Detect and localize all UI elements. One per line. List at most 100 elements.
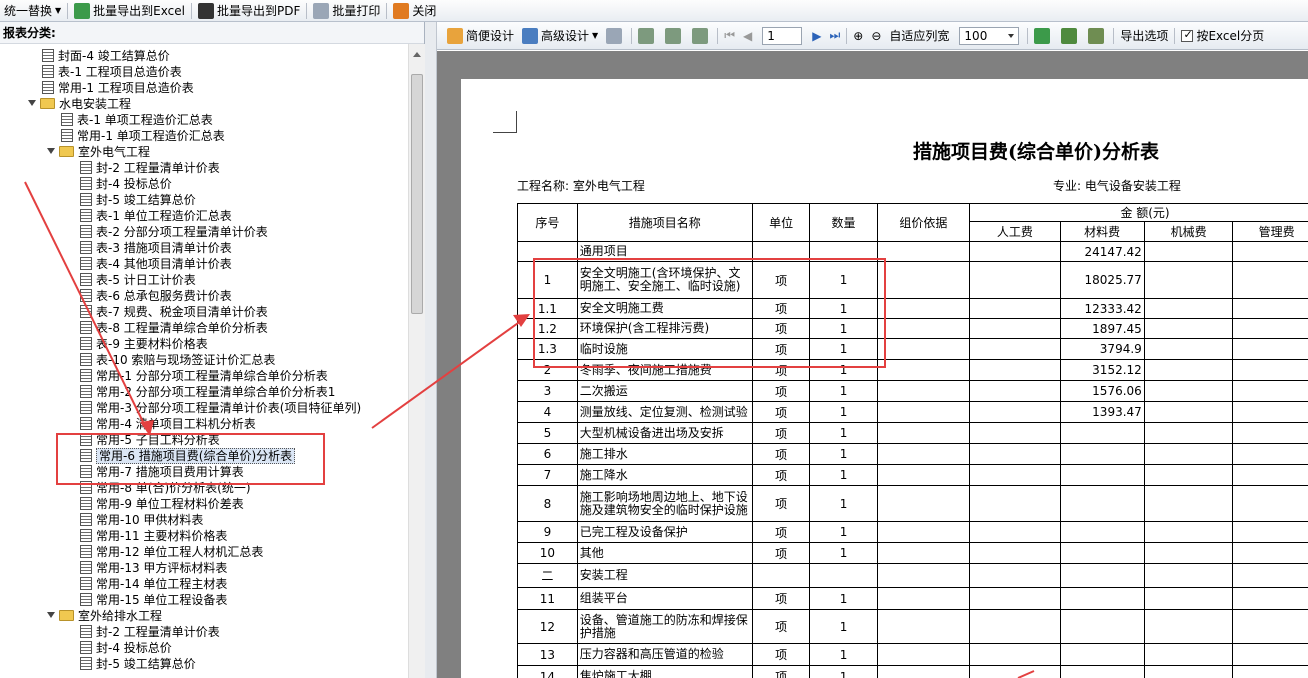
- tree-item[interactable]: 表-1 单位工程造价汇总表: [80, 208, 232, 224]
- cell-mgmt: [1232, 359, 1308, 381]
- tree-item[interactable]: 常用-6 措施项目费(综合单价)分析表: [80, 448, 296, 464]
- batch-print-button[interactable]: 批量打印: [309, 1, 384, 21]
- export-options-button[interactable]: 导出选项: [1116, 25, 1172, 47]
- tree-folder[interactable]: 室外给排水工程: [47, 608, 162, 624]
- tree-item[interactable]: 封-2 工程量清单计价表: [80, 160, 220, 176]
- tree-item[interactable]: 常用-14 单位工程主材表: [80, 576, 227, 592]
- expand-arrow-icon[interactable]: [47, 148, 55, 154]
- prev-page-button[interactable]: ◀: [739, 25, 756, 47]
- report-doc-icon: [80, 497, 92, 510]
- tree-item[interactable]: 表-10 索赔与现场签证计价汇总表: [80, 352, 275, 368]
- tree-item[interactable]: 封-5 竣工结算总价: [80, 656, 196, 672]
- tree-item[interactable]: 表-7 规费、税金项目清单计价表: [80, 304, 268, 320]
- tree-item[interactable]: 表-3 措施项目清单计价表: [80, 240, 232, 256]
- excel-paging-checkbox[interactable]: 按Excel分页: [1177, 25, 1268, 47]
- tree-item[interactable]: 封-2 工程量清单计价表: [80, 624, 220, 640]
- tree-item-label: 常用-1 工程项目总造价表: [58, 81, 194, 95]
- first-page-button[interactable]: ⏮: [720, 25, 739, 47]
- multi-page-button[interactable]: [688, 25, 715, 47]
- tree-item[interactable]: 常用-15 单位工程设备表: [80, 592, 227, 608]
- printer-icon: [313, 2, 330, 19]
- tree-item[interactable]: 表-5 计日工计价表: [80, 272, 196, 288]
- tree-folder[interactable]: 水电安装工程: [28, 96, 131, 112]
- cell-mgmt: [1232, 464, 1308, 486]
- tree-item[interactable]: 常用-7 措施项目费用计算表: [80, 464, 244, 480]
- tree-item[interactable]: 表-6 总承包服务费计价表: [80, 288, 232, 304]
- tree-item[interactable]: 常用-10 甲供材料表: [80, 512, 203, 528]
- next-page-button[interactable]: ▶: [808, 25, 825, 47]
- folder-icon: [59, 146, 74, 157]
- print-button[interactable]: [602, 25, 629, 47]
- cell-machine: [1143, 542, 1234, 564]
- fit-width-button[interactable]: 自适应列宽: [885, 25, 953, 47]
- scroll-thumb[interactable]: [411, 74, 423, 314]
- expand-arrow-icon[interactable]: [28, 100, 36, 106]
- panel-splitter[interactable]: [425, 22, 437, 678]
- tree-item[interactable]: 常用-11 主要材料价格表: [80, 528, 227, 544]
- report-doc-icon: [80, 353, 92, 366]
- table-row: 9 已完工程及设备保护项 1: [517, 521, 1308, 543]
- cell-unit: 项: [751, 609, 811, 644]
- header-mgmt: 管理费: [1232, 221, 1308, 242]
- advanced-design-button[interactable]: 高级设计 ▼: [518, 25, 602, 47]
- cell-mgmt: [1232, 485, 1308, 522]
- cell-mgmt: [1232, 563, 1308, 588]
- table-row: 11 组装平台项 1: [517, 587, 1308, 610]
- tree-folder[interactable]: 室外电气工程: [47, 144, 150, 160]
- tree-item[interactable]: 常用-3 分部分项工程量清单计价表(项目特征单列): [80, 400, 361, 416]
- tree-scrollbar[interactable]: [408, 44, 425, 678]
- tree-item[interactable]: 表-4 其他项目清单计价表: [80, 256, 232, 272]
- cell-unit: 项: [751, 464, 811, 486]
- tree-item[interactable]: 常用-1 工程项目总造价表: [42, 80, 194, 96]
- export-image-icon-button[interactable]: [1084, 25, 1111, 47]
- tree-item[interactable]: 表-1 单项工程造价汇总表: [61, 112, 213, 128]
- replace-button[interactable]: 统一替换 ▼: [0, 1, 65, 21]
- tree-item[interactable]: 常用-5 子目工料分析表: [80, 432, 220, 448]
- zoom-in-button[interactable]: ⊕: [849, 25, 867, 47]
- zoom-select[interactable]: 100: [959, 26, 1020, 45]
- cell-seq: 7: [517, 464, 578, 486]
- tree-item[interactable]: 常用-1 单项工程造价汇总表: [61, 128, 225, 144]
- tree-item[interactable]: 常用-9 单位工程材料价差表: [80, 496, 244, 512]
- scroll-up-icon[interactable]: [413, 52, 421, 57]
- tree-item[interactable]: 封-5 竣工结算总价: [80, 192, 196, 208]
- export-excel-icon-button[interactable]: [1030, 25, 1057, 47]
- tree-item[interactable]: 表-2 分部分项工程量清单计价表: [80, 224, 268, 240]
- report-doc-icon: [80, 593, 92, 606]
- cell-machine: [1143, 380, 1234, 402]
- tree-item[interactable]: 常用-1 分部分项工程量清单综合单价分析表: [80, 368, 328, 384]
- tree-item[interactable]: 常用-13 甲方评标材料表: [80, 560, 227, 576]
- expand-arrow-icon[interactable]: [47, 612, 55, 618]
- cell-machine: [1143, 464, 1234, 486]
- cell-seq: 11: [517, 587, 578, 610]
- zoom-out-button[interactable]: ⊖: [867, 25, 885, 47]
- tree-item[interactable]: 封面-4 竣工结算总价: [42, 48, 170, 64]
- tree-item[interactable]: 表-9 主要材料价格表: [80, 336, 208, 352]
- export-word-icon-button[interactable]: [1057, 25, 1084, 47]
- tree-item[interactable]: 封-4 投标总价: [80, 176, 172, 192]
- export-pdf-button[interactable]: 批量导出到PDF: [194, 1, 304, 21]
- excel-icon: [1034, 27, 1051, 44]
- cell-unit: [751, 563, 811, 588]
- tree-item[interactable]: 常用-4 清单项目工料机分析表: [80, 416, 256, 432]
- page-number-input[interactable]: 1: [762, 26, 803, 45]
- table-row: 1.2 环境保护(含工程排污费) 项 1 1897.45: [517, 318, 1308, 339]
- tree-item-label: 封-5 竣工结算总价: [96, 193, 196, 207]
- tree-item[interactable]: 常用-8 单(合)价分析表(统一): [80, 480, 251, 496]
- tree-item[interactable]: 表-1 工程项目总造价表: [42, 64, 182, 80]
- report-doc-icon: [80, 577, 92, 590]
- single-page-button[interactable]: [634, 25, 661, 47]
- simple-design-button[interactable]: 简便设计: [443, 25, 518, 47]
- export-excel-button[interactable]: 批量导出到Excel: [70, 1, 189, 21]
- close-button[interactable]: 关闭: [389, 1, 440, 21]
- tree-item[interactable]: 封-4 投标总价: [80, 640, 172, 656]
- header-labor: 人工费: [969, 221, 1061, 242]
- last-page-button[interactable]: ⏭: [825, 25, 844, 47]
- cell-material: [1059, 665, 1145, 678]
- two-page-button[interactable]: [661, 25, 688, 47]
- tree-item[interactable]: 表-8 工程量清单综合单价分析表: [80, 320, 268, 336]
- tree-item[interactable]: 常用-2 分部分项工程量清单综合单价分析表1: [80, 384, 335, 400]
- tree-item[interactable]: 常用-12 单位工程人材机汇总表: [80, 544, 263, 560]
- cell-material: 18025.77: [1059, 261, 1145, 299]
- cell-mgmt: [1232, 443, 1308, 465]
